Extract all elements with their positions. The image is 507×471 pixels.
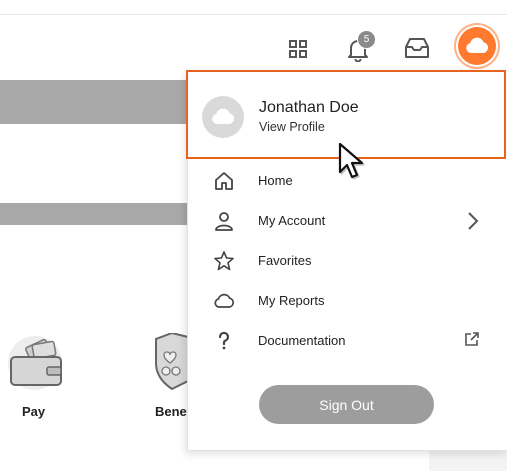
- home-icon: [215, 172, 233, 190]
- menu-item-my-account[interactable]: My Account: [188, 201, 506, 241]
- star-icon: [214, 251, 234, 271]
- profile-avatar: [202, 96, 244, 138]
- sign-out-button[interactable]: Sign Out: [259, 385, 434, 424]
- menu-item-favorites[interactable]: Favorites: [188, 241, 506, 281]
- tile-label-pay[interactable]: Pay: [22, 404, 45, 419]
- external-link-icon: [465, 332, 479, 346]
- chevron-right-icon: [468, 212, 479, 230]
- menu-item-my-reports[interactable]: My Reports: [188, 281, 506, 321]
- view-profile-link[interactable]: View Profile: [259, 120, 325, 134]
- menu-item-label: My Account: [258, 213, 326, 228]
- content-placeholder-bar: [0, 80, 187, 124]
- mouse-cursor-icon: [338, 142, 365, 180]
- content-placeholder-bar: [0, 203, 187, 225]
- profile-name: Jonathan Doe: [259, 99, 359, 116]
- wallet-icon[interactable]: [5, 335, 67, 391]
- cloud-icon: [212, 108, 235, 124]
- apps-grid-icon[interactable]: [289, 40, 307, 58]
- menu-item-label: My Reports: [258, 293, 325, 308]
- cloud-outline-icon: [214, 293, 234, 308]
- menu-item-documentation[interactable]: Documentation: [188, 321, 506, 361]
- question-icon: [218, 331, 230, 350]
- menu-item-label: Documentation: [258, 333, 346, 348]
- inbox-icon[interactable]: [404, 37, 430, 59]
- menu-item-label: Favorites: [258, 253, 312, 268]
- cloud-avatar-icon: [466, 37, 489, 53]
- user-avatar-button[interactable]: [458, 27, 496, 65]
- shield-icon[interactable]: [152, 333, 192, 393]
- menu-item-label: Home: [258, 173, 293, 188]
- tile-label-benefits[interactable]: Bene: [155, 404, 187, 419]
- header-divider: [0, 14, 507, 15]
- notification-badge: 5: [357, 30, 376, 49]
- person-icon: [215, 212, 233, 231]
